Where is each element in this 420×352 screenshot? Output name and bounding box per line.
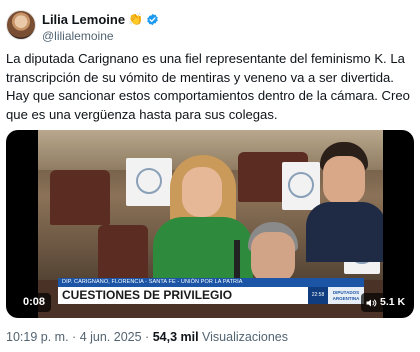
- chamber-seat: [98, 225, 148, 285]
- avatar[interactable]: [6, 10, 36, 40]
- video-duration: 0:08: [17, 293, 52, 312]
- views-label: Visualizaciones: [202, 330, 288, 344]
- lower-third-logo: DIPUTADOS ARGENTINA: [328, 287, 364, 304]
- tweet-time[interactable]: 10:19 p. m.: [6, 330, 69, 344]
- seated-man: [306, 142, 383, 262]
- handle[interactable]: @lilialemoine: [42, 29, 159, 43]
- lower-third-clock: 22:58: [308, 287, 328, 304]
- lower-third-title: CUESTIONES DE PRIVILEGIO: [58, 287, 308, 304]
- clapping-hands-emoji-icon: 👏: [128, 12, 144, 26]
- lower-third: DIP. CARIGNANO, FLORENCIA - SANTA FE - U…: [58, 278, 364, 304]
- lower-third-caption: DIP. CARIGNANO, FLORENCIA - SANTA FE - U…: [58, 278, 364, 287]
- tweet-text: La diputada Carignano es una fiel repres…: [6, 51, 410, 122]
- display-name[interactable]: Lilia Lemoine: [42, 12, 125, 27]
- chamber-seat: [50, 170, 110, 225]
- tweet-meta: 10:19 p. m. · 4 jun. 2025 · 54,3 mil Vis…: [6, 330, 288, 344]
- views-count[interactable]: 54,3 mil: [153, 330, 199, 344]
- tweet-date[interactable]: 4 jun. 2025: [80, 330, 142, 344]
- verified-badge-icon[interactable]: [146, 13, 159, 26]
- sound-icon: [366, 299, 377, 306]
- view-count-text: 5.1 K: [380, 296, 406, 308]
- video-player[interactable]: DIP. CARIGNANO, FLORENCIA - SANTA FE - U…: [6, 130, 414, 318]
- name-row: Lilia Lemoine 👏: [42, 11, 159, 27]
- author-names: Lilia Lemoine 👏 @lilialemoine: [42, 11, 159, 43]
- video-view-count[interactable]: 5.1 K: [361, 293, 412, 312]
- meta-separator: ·: [145, 330, 150, 344]
- tweet-header: Lilia Lemoine 👏 @lilialemoine: [6, 10, 414, 44]
- meta-separator: ·: [72, 330, 77, 344]
